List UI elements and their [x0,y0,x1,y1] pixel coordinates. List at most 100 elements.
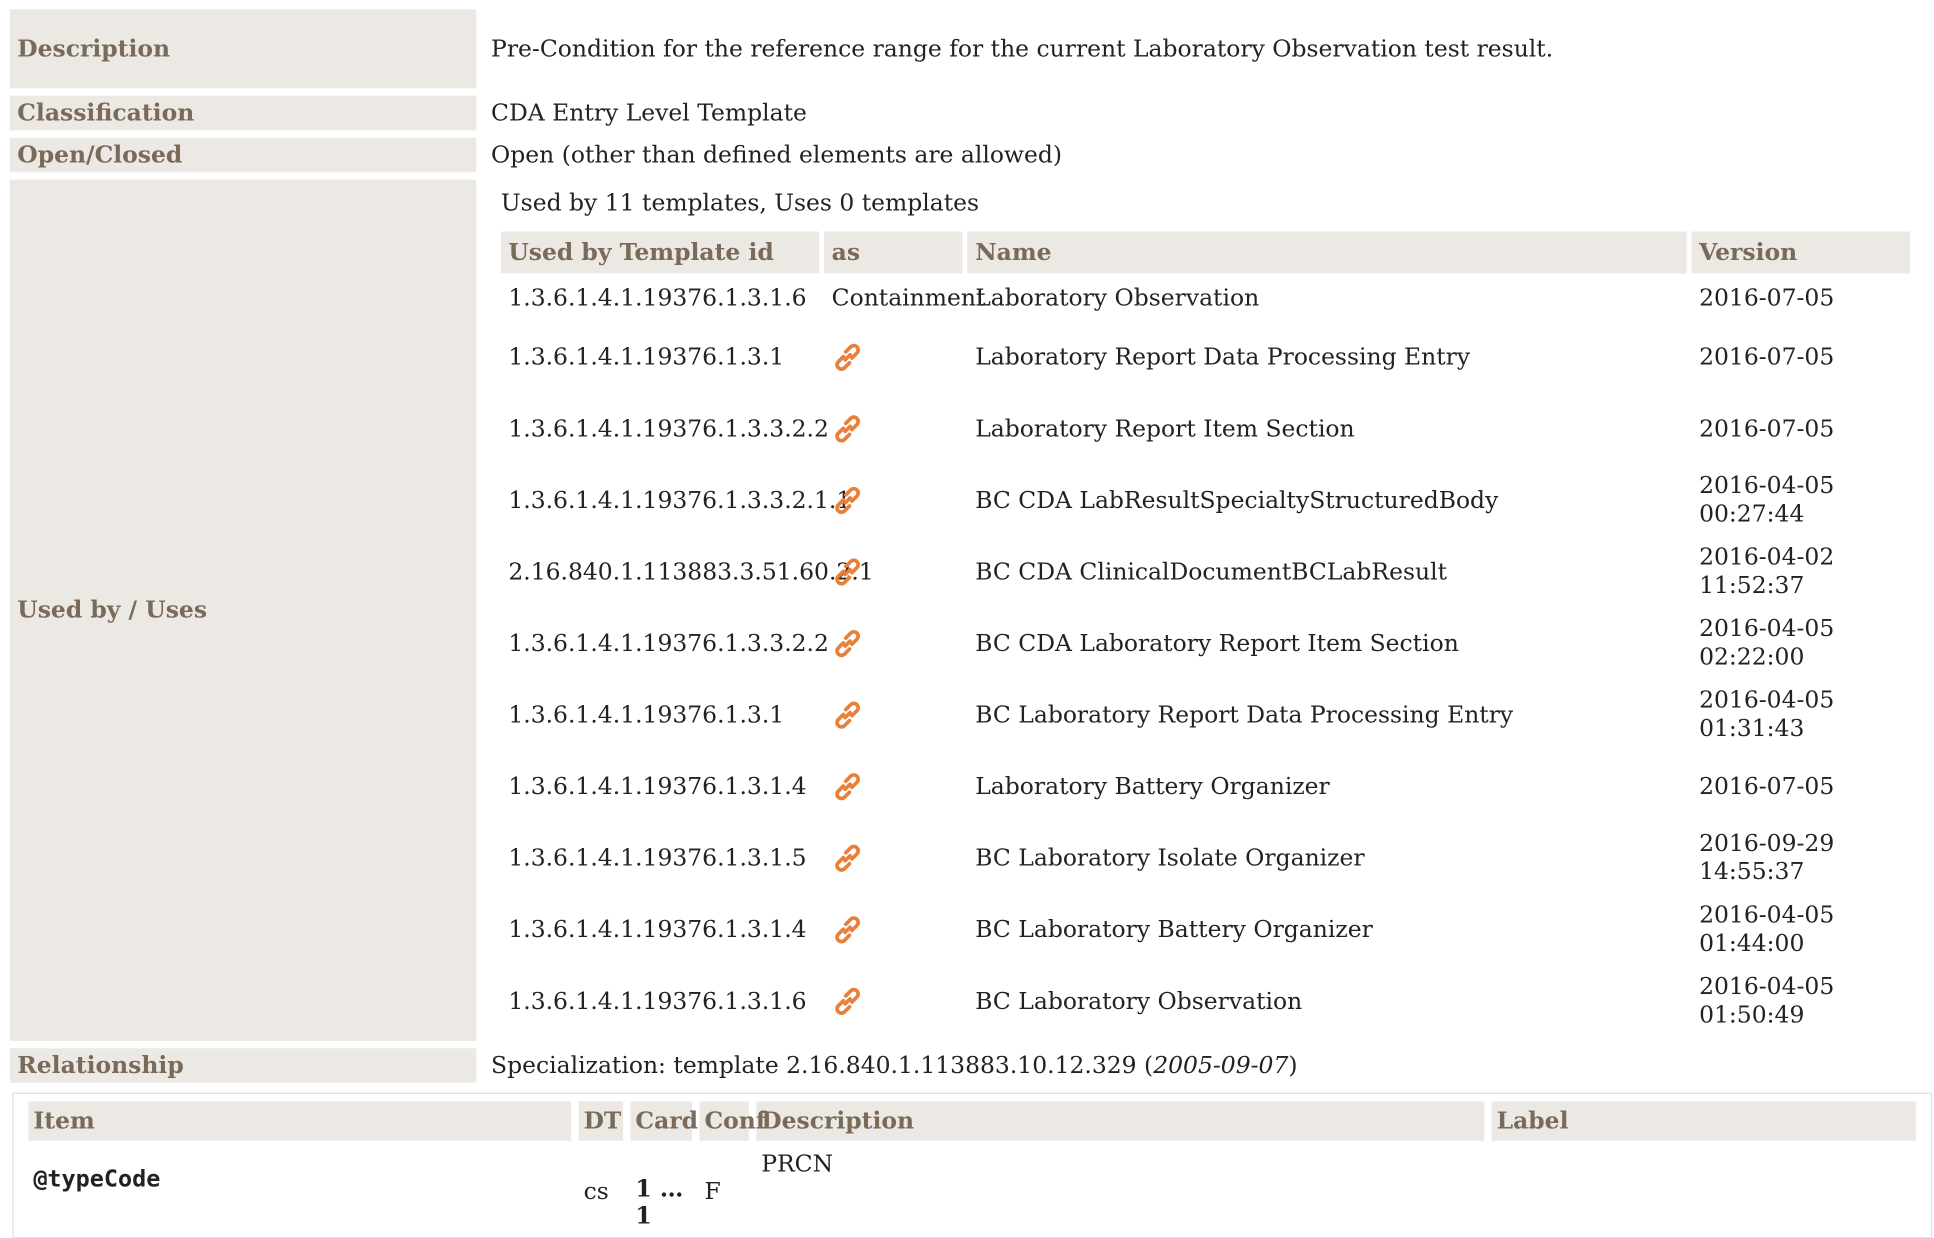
usedby-version: 2016-04-05 01:44:00 [1692,895,1910,964]
usedby-template-name: BC Laboratory Observation [975,987,1303,1015]
usedby-version-date: 2016-04-05 [1699,687,1835,715]
usedby-table-row: 1.3.6.1.4.1.19376.1.3.1.6 Containment Labo… [501,276,1910,320]
usedby-template-id: 1.3.6.1.4.1.19376.1.3.1.4 [508,916,807,944]
link-icon[interactable] [832,699,864,731]
usedby-template-id: 1.3.6.1.4.1.19376.1.3.1.6 [508,987,807,1015]
usedby-header-name: Name [967,231,1687,274]
usedby-version-date: 2016-09-29 [1699,830,1835,858]
openclosed-label: Open/Closed [9,137,477,173]
usedby-table: Used by Template id as Name Version 1.3.… [496,229,1915,1038]
item-label [1492,1141,1916,1235]
link-icon[interactable] [832,341,864,373]
usedby-version-time: 11:52:37 [1699,572,1805,600]
usedby-version-time: 01:31:43 [1699,715,1805,743]
item-description: PRCN [761,1150,834,1178]
usedby-table-row: 1.3.6.1.4.1.19376.1.3.1.5 BC Laboratory I… [501,824,1910,893]
template-items-box: Item DT Card Conf Description Label @typ… [12,1092,1933,1238]
usedby-table-row: 2.16.840.1.113883.3.51.60.2.1 BC CDA Clin… [501,537,1910,606]
usedby-table-row: 1.3.6.1.4.1.19376.1.3.1.4 BC Laboratory B… [501,895,1910,964]
relationship-label: Relationship [9,1048,477,1083]
item-dt: cs [583,1177,609,1205]
usedby-template-name: BC Laboratory Isolate Organizer [975,844,1365,872]
usedby-as[interactable] [824,466,963,535]
usedby-table-row: 1.3.6.1.4.1.19376.1.3.3.2.2 Laboratory Re… [501,394,1910,463]
usedby-as[interactable] [824,394,963,463]
relationship-row: Relationship Specialization: template 2.… [9,1048,1934,1083]
usedby-as[interactable] [824,895,963,964]
usedby-summary: Used by 11 templates, Uses 0 templates [500,189,980,217]
items-row: @typeCode cs 1 … 1 F PRCN [28,1141,1916,1235]
usedby-as[interactable] [824,537,963,606]
usedby-as[interactable] [824,752,963,821]
usedby-template-name: Laboratory Report Data Processing Entry [975,343,1471,371]
usedby-as: Containment [831,284,986,312]
usedby-template-id: 1.3.6.1.4.1.19376.1.3.1 [508,343,785,371]
usedby-as[interactable] [824,609,963,678]
classification-label: Classification [9,95,477,131]
link-icon[interactable] [832,556,864,588]
link-icon[interactable] [832,413,864,445]
link-icon[interactable] [832,628,864,660]
usedby-version: 2016-04-05 01:50:49 [1692,967,1910,1036]
usedby-version-date: 2016-07-05 [1699,414,1835,442]
usedby-template-name: BC Laboratory Report Data Processing Ent… [975,701,1514,729]
usedby-template-name: BC CDA Laboratory Report Item Section [975,630,1459,658]
usedby-version-date: 2016-07-05 [1699,772,1835,800]
usedby-row: Used by / Uses Used by 11 templates, Use… [9,179,1934,1041]
usedby-header-id: Used by Template id [500,231,820,274]
usedby-version-date: 2016-04-02 [1699,543,1835,572]
usedby-template-name: BC Laboratory Battery Organizer [975,916,1373,944]
usedby-template-name: Laboratory Observation [975,284,1260,312]
usedby-version: 2016-07-05 [1692,394,1910,463]
usedby-version: 2016-04-05 02:22:00 [1692,609,1910,678]
usedby-template-id: 1.3.6.1.4.1.19376.1.3.1.6 [508,284,807,312]
link-icon[interactable] [832,914,864,946]
usedby-as[interactable] [824,967,963,1036]
usedby-template-name: Laboratory Battery Organizer [975,773,1330,801]
items-header-item: Item [28,1101,572,1141]
usedby-template-name: BC CDA ClinicalDocumentBCLabResult [975,558,1447,586]
usedby-version-time: 02:22:00 [1699,643,1805,671]
usedby-value: Used by 11 templates, Uses 0 templates U… [483,179,1934,1041]
items-header-description: Description [756,1101,1485,1141]
openclosed-row: Open/Closed Open (other than defined ele… [9,137,1934,173]
usedby-header-version: Version [1691,231,1910,274]
description-row: Description Pre-Condition for the refere… [9,9,1934,89]
items-header-row: Item DT Card Conf Description Label [28,1101,1917,1141]
usedby-table-row: 1.3.6.1.4.1.19376.1.3.3.2.2 BC CDA Labora… [501,609,1910,678]
usedby-table-row: 1.3.6.1.4.1.19376.1.3.1.4 Laboratory Batt… [501,752,1910,821]
link-icon[interactable] [832,842,864,874]
link-icon[interactable] [832,484,864,516]
usedby-template-id: 1.3.6.1.4.1.19376.1.3.3.2.2 [508,630,829,658]
items-header-card: Card [630,1101,698,1141]
usedby-template-id: 1.3.6.1.4.1.19376.1.3.1 [508,701,785,729]
usedby-version-time: 01:50:49 [1699,1001,1805,1029]
usedby-version-date: 2016-07-05 [1699,343,1835,371]
template-meta-table: Description Pre-Condition for the refere… [2,2,1934,1090]
usedby-as[interactable] [824,824,963,893]
usedby-template-name: BC CDA LabResultSpecialtyStructuredBody [975,486,1499,515]
usedby-version: 2016-07-05 [1692,752,1910,821]
item-name: @typeCode [33,1165,161,1193]
items-header-label: Label [1491,1101,1917,1141]
usedby-as[interactable] [824,323,963,392]
usedby-version-date: 2016-07-05 [1699,284,1835,312]
usedby-as[interactable] [824,681,963,750]
usedby-label: Used by / Uses [9,179,477,1041]
usedby-template-id: 2.16.840.1.113883.3.51.60.2.1 [508,558,874,586]
usedby-version: 2016-07-05 [1692,276,1910,320]
usedby-version-date: 2016-04-05 [1699,973,1835,1001]
item-card: 1 … 1 [635,1175,684,1230]
relationship-prefix: Specialization: template 2.16.840.1.1138… [491,1051,1154,1080]
usedby-version: 2016-04-05 01:31:43 [1692,681,1910,750]
relationship-value: Specialization: template 2.16.840.1.1138… [483,1048,1934,1083]
link-icon[interactable] [832,771,864,803]
relationship-suffix: ) [1288,1051,1298,1080]
usedby-table-row: 1.3.6.1.4.1.19376.1.3.1.6 BC Laboratory O… [501,967,1910,1036]
usedby-template-id: 1.3.6.1.4.1.19376.1.3.3.2.1.1 [508,486,852,515]
usedby-version: 2016-04-02 11:52:37 [1692,537,1910,606]
items-header-conf: Conf [699,1101,766,1141]
usedby-template-id: 1.3.6.1.4.1.19376.1.3.1.4 [508,773,807,801]
openclosed-value: Open (other than defined elements are al… [483,137,1934,173]
link-icon[interactable] [832,985,864,1017]
